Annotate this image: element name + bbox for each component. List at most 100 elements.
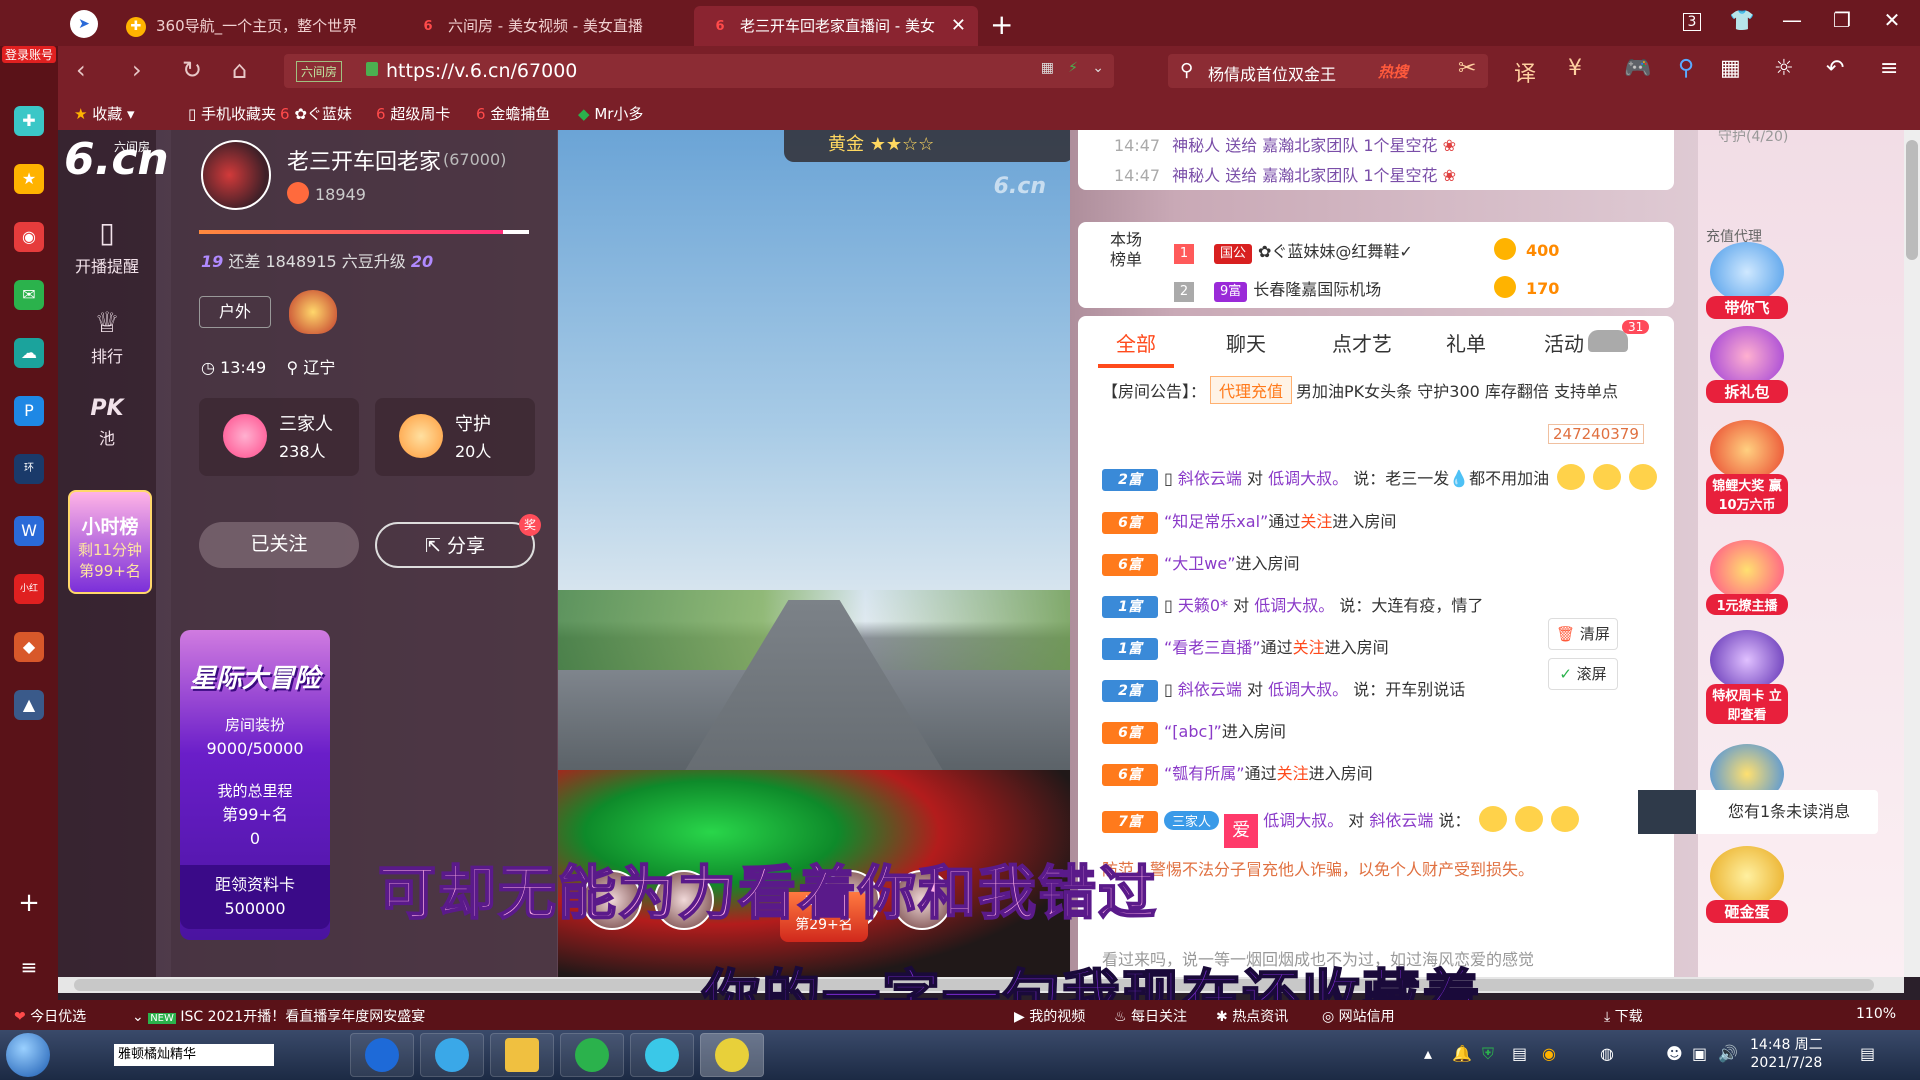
menu-list-icon[interactable]: ≡	[14, 952, 44, 982]
reload-icon[interactable]: ↻	[182, 56, 202, 84]
scroll-screen-button[interactable]: ✓ 滚屏	[1548, 658, 1618, 690]
tray-arrow-icon[interactable]: ▴	[1424, 1044, 1432, 1063]
promo-gift-pack[interactable]: 拆礼包	[1706, 326, 1788, 403]
translate-icon[interactable]: 译	[1514, 56, 1536, 88]
taskbar-app-active[interactable]	[700, 1033, 764, 1077]
skin-icon[interactable]: 👕	[1722, 8, 1762, 32]
vertical-scrollbar[interactable]	[1904, 130, 1920, 977]
coin-icon[interactable]: ¥	[1568, 56, 1582, 81]
promo-one-yuan[interactable]: 1元撩主播	[1706, 540, 1788, 615]
tab-360-nav[interactable]: ✚ 360导航_一个主页，整个世界	[110, 6, 400, 46]
news-app-icon[interactable]: 环	[14, 454, 44, 484]
nav-live-reminder[interactable]: ▯ 开播提醒	[58, 216, 156, 277]
grid-icon[interactable]: ▦	[1720, 56, 1741, 81]
unread-message-bar[interactable]: 您有1条未读消息	[1638, 790, 1878, 834]
cloud-icon[interactable]: ☁	[14, 338, 44, 368]
taskbar-app-k[interactable]	[350, 1033, 414, 1077]
p-app-icon[interactable]: P	[14, 396, 44, 426]
send-icon[interactable]: ➤	[70, 10, 98, 38]
tray-app-icon[interactable]: ◉	[1542, 1044, 1556, 1063]
download[interactable]: ⤓ 下载	[1604, 1006, 1643, 1026]
clear-screen-button[interactable]: 🗑 清屏	[1548, 618, 1618, 650]
notification-icon[interactable]: ▤	[1860, 1044, 1875, 1063]
space-adventure-widget[interactable]: 星际大冒险 房间装扮 9000/50000 我的总里程 第99+名 0 距领资料卡 50…	[180, 630, 330, 940]
nav-ranking[interactable]: ♕ 排行	[58, 306, 156, 367]
chevron-down-icon[interactable]: ⌄	[1092, 60, 1104, 76]
taskbar-app-folder[interactable]	[490, 1033, 554, 1077]
qr-icon[interactable]: ▦	[1041, 60, 1054, 76]
close-icon[interactable]: ✕	[951, 6, 966, 46]
new-tab-button[interactable]: +	[990, 8, 1013, 41]
mail-icon[interactable]: ✉	[14, 280, 44, 310]
tray-user-icon[interactable]: ☻	[1666, 1044, 1683, 1063]
car-icon[interactable]	[1588, 330, 1628, 352]
add-icon[interactable]: +	[14, 888, 44, 918]
bookmark-favorites[interactable]: ★ 收藏 ▾	[74, 103, 135, 124]
guard-card[interactable]: 守护 20人	[375, 398, 535, 476]
sidebar-app-icon[interactable]: ✚	[14, 106, 44, 136]
board-row[interactable]: 2 9富 长春隆嘉国际机场 170	[1174, 276, 1559, 302]
favorites-star-icon[interactable]: ★	[14, 164, 44, 194]
bookmark-weekly-card[interactable]: 6 超级周卡	[376, 103, 450, 124]
today-picks[interactable]: ❤ 今日优选	[14, 1006, 86, 1026]
avatar[interactable]	[201, 140, 271, 210]
magnifier-icon[interactable]: ⚲	[1678, 56, 1694, 81]
start-button[interactable]	[6, 1033, 50, 1077]
promo-golden-egg[interactable]: 砸金蛋	[1706, 846, 1788, 923]
taskbar-clock[interactable]: 14:48 周二 2021/7/28	[1750, 1036, 1823, 1072]
lightning-icon[interactable]: ⚡	[1068, 60, 1078, 76]
minimize-icon[interactable]: —	[1772, 8, 1812, 32]
game-icon[interactable]: ◆	[14, 632, 44, 662]
tab-gift-list[interactable]: 礼单	[1446, 328, 1486, 357]
promo-fly[interactable]: 带你飞	[1706, 242, 1788, 319]
rank-banner[interactable]: 黄金 ★★☆☆	[784, 130, 1070, 162]
site-logo[interactable]: 6.cn 六间房	[64, 136, 169, 190]
menu-icon[interactable]: ≡	[1880, 56, 1898, 81]
bookmark-mr-xiaoduo[interactable]: ◆ Mr小多	[578, 103, 643, 124]
tab-6cn-home[interactable]: 6 六间房 - 美女视频 - 美女直播	[402, 6, 692, 46]
url-text[interactable]: https://v.6.cn/67000	[386, 60, 577, 82]
tray-bell-icon[interactable]: 🔔	[1452, 1044, 1472, 1063]
my-video[interactable]: ▶ 我的视频	[1014, 1006, 1085, 1026]
taskbar-app-ie[interactable]	[420, 1033, 484, 1077]
category-tag[interactable]: 户外	[199, 296, 271, 328]
promo-weekly-card[interactable]: 特权周卡 立即查看	[1706, 630, 1788, 724]
undo-icon[interactable]: ↶	[1826, 56, 1844, 81]
tray-shield-icon[interactable]: ⛨	[1482, 1044, 1494, 1064]
hot-search-label[interactable]: 热搜	[1378, 61, 1408, 82]
daily-follow[interactable]: ♨ 每日关注	[1114, 1006, 1187, 1026]
board-row[interactable]: 1 国公 ✿ぐ蓝妹妹@红舞鞋✓ 400	[1174, 238, 1559, 264]
news-ticker[interactable]: ⌄ NEW ISC 2021开播！看直播享年度网安盛宴	[132, 1006, 425, 1026]
tray-qq-icon[interactable]: ◍	[1600, 1044, 1614, 1063]
close-window-icon[interactable]: ✕	[1872, 8, 1912, 32]
tray-doc-icon[interactable]: ▤	[1512, 1044, 1527, 1063]
share-button[interactable]: ⇱ 分享 奖	[375, 514, 541, 568]
tab-count-badge[interactable]: 3	[1672, 13, 1712, 31]
bookmark-mobile[interactable]: ▯ 手机收藏夹	[188, 103, 276, 124]
document-icon[interactable]: W	[14, 516, 44, 546]
hour-rank-widget[interactable]: 小时榜 剩11分钟 第99+名	[68, 490, 152, 594]
taskbar-app-360[interactable]	[560, 1033, 624, 1077]
xiaohongshu-icon[interactable]: 小红	[14, 574, 44, 604]
nav-pk-pool[interactable]: PK 池	[58, 396, 156, 449]
tray-volume-icon[interactable]: 🔊	[1718, 1044, 1738, 1063]
site-credit[interactable]: ◎ 网站信用	[1322, 1006, 1395, 1026]
tab-talent[interactable]: 点才艺	[1332, 328, 1392, 357]
home-icon[interactable]: ⌂	[232, 56, 247, 84]
restore-icon[interactable]: ❐	[1822, 8, 1862, 32]
tab-live-room[interactable]: 6 老三开车回老家直播间 - 美女 ✕	[694, 6, 978, 46]
taskbar-input[interactable]: 雅顿橘灿精华	[114, 1044, 274, 1066]
bookmark-lanmei[interactable]: 6 ✿ぐ蓝妹	[280, 103, 352, 124]
gamepad-icon[interactable]: 🎮	[1624, 56, 1651, 81]
tab-chat[interactable]: 聊天	[1226, 328, 1266, 357]
hot-news[interactable]: ✱ 热点资讯	[1216, 1006, 1288, 1026]
tab-activity[interactable]: 活动	[1544, 328, 1584, 357]
search-query[interactable]: 杨倩成首位双金王	[1208, 61, 1336, 85]
taskbar-app-player[interactable]	[630, 1033, 694, 1077]
tray-network-icon[interactable]: ▣	[1692, 1044, 1707, 1063]
search-box[interactable]: ⚲ 杨倩成首位双金王 热搜	[1168, 54, 1488, 88]
follow-button[interactable]: 已关注	[199, 522, 359, 568]
zoom-level[interactable]: 110%	[1856, 1006, 1896, 1022]
forward-icon[interactable]: ›	[132, 56, 142, 84]
promo-koi[interactable]: 锦鲤大奖 赢10万六币	[1706, 420, 1788, 514]
